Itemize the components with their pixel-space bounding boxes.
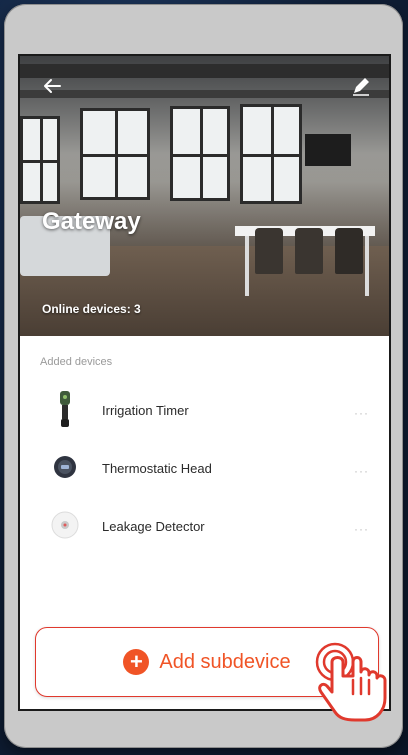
device-item-irrigation-timer[interactable]: Irrigation Timer ··· — [20, 388, 389, 446]
table-leg — [365, 236, 369, 296]
device-label: Leakage Detector — [102, 519, 205, 534]
dining-chair — [335, 228, 363, 274]
edit-pencil-icon[interactable] — [349, 74, 373, 98]
dining-chair — [295, 228, 323, 274]
page-title: Gateway — [42, 208, 141, 235]
device-item-leakage-detector[interactable]: Leakage Detector ··· — [20, 504, 389, 562]
device-label: Irrigation Timer — [102, 403, 189, 418]
more-options-icon[interactable]: ··· — [354, 406, 369, 420]
online-devices-count: Online devices: 3 — [42, 302, 141, 316]
more-options-icon[interactable]: ··· — [354, 464, 369, 478]
device-list: Irrigation Timer ··· Thermostatic Head ·… — [20, 388, 389, 562]
window — [20, 116, 60, 204]
ceiling-beam — [20, 64, 389, 78]
irrigation-timer-icon — [50, 391, 80, 427]
table-leg — [245, 236, 249, 296]
wall-tv — [305, 134, 351, 166]
added-devices-label: Added devices — [40, 356, 113, 368]
window — [240, 104, 302, 204]
app-screen: Gateway Online devices: 3 Added devices … — [18, 54, 391, 711]
back-arrow-icon[interactable] — [40, 74, 64, 98]
device-item-thermostatic-head[interactable]: Thermostatic Head ··· — [20, 446, 389, 504]
pointing-hand-icon — [315, 642, 387, 722]
ceiling-beam — [20, 90, 389, 98]
device-label: Thermostatic Head — [102, 461, 212, 476]
window — [80, 108, 150, 200]
gateway-header-image: Gateway Online devices: 3 — [20, 56, 389, 336]
window — [170, 106, 230, 201]
thermostatic-head-icon — [50, 452, 80, 482]
plus-icon: + — [123, 649, 150, 675]
more-options-icon[interactable]: ··· — [354, 522, 369, 536]
leakage-detector-icon — [50, 510, 80, 540]
dining-chair — [255, 228, 283, 274]
add-subdevice-label: Add subdevice — [159, 650, 291, 673]
